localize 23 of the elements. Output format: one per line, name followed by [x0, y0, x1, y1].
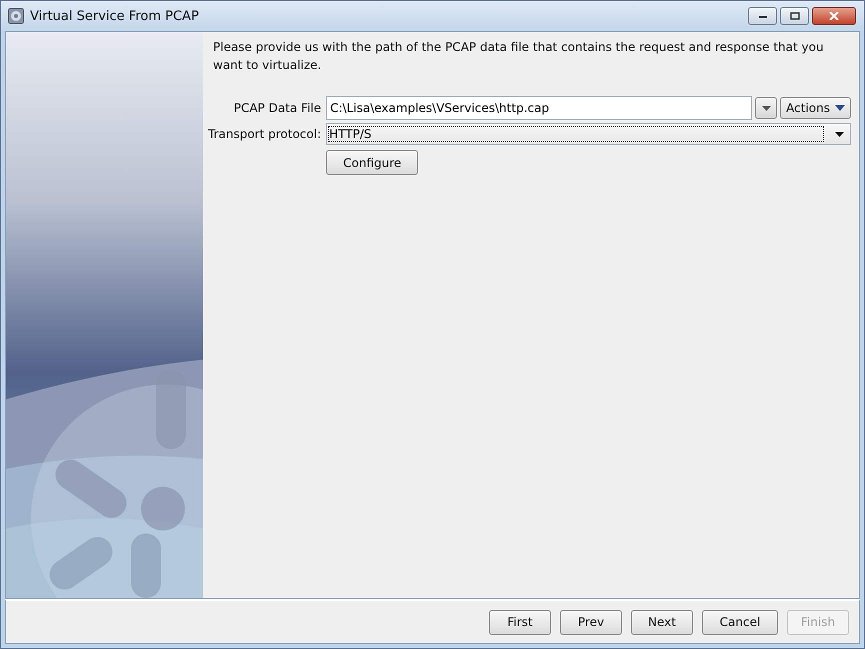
actions-button[interactable]: Actions	[780, 97, 851, 119]
minimize-icon	[758, 13, 768, 19]
wizard-button[interactable]: First	[489, 610, 551, 634]
configure-button[interactable]: Configure	[326, 150, 418, 175]
pcap-file-field[interactable]: C:\Lisa\examples\VServices\http.cap	[326, 96, 752, 120]
wizard-button[interactable]: Cancel	[702, 610, 778, 634]
close-icon	[829, 12, 839, 20]
transport-protocol-label: Transport protocol:	[208, 127, 322, 141]
maximize-icon	[790, 12, 800, 20]
caret-icon	[835, 132, 844, 136]
wizard-button[interactable]: Prev	[560, 610, 622, 634]
transport-protocol-dropdown[interactable]: HTTP/S	[326, 123, 851, 145]
minimize-button[interactable]	[748, 7, 777, 25]
maximize-button[interactable]	[780, 7, 809, 25]
instruction-text: Please provide us with the path of the PCAP data file that contains the request and response that you want to virtualize.	[213, 39, 825, 74]
caret-icon	[835, 105, 845, 111]
wizard-button[interactable]: Next	[631, 610, 693, 634]
history-dropdown-button[interactable]	[755, 97, 778, 119]
pcap-file-label: PCAP Data File	[232, 101, 322, 115]
close-button[interactable]	[812, 7, 856, 25]
caret-icon	[762, 106, 771, 110]
app-icon	[8, 8, 24, 24]
window-title: Virtual Service From PCAP	[30, 8, 200, 24]
